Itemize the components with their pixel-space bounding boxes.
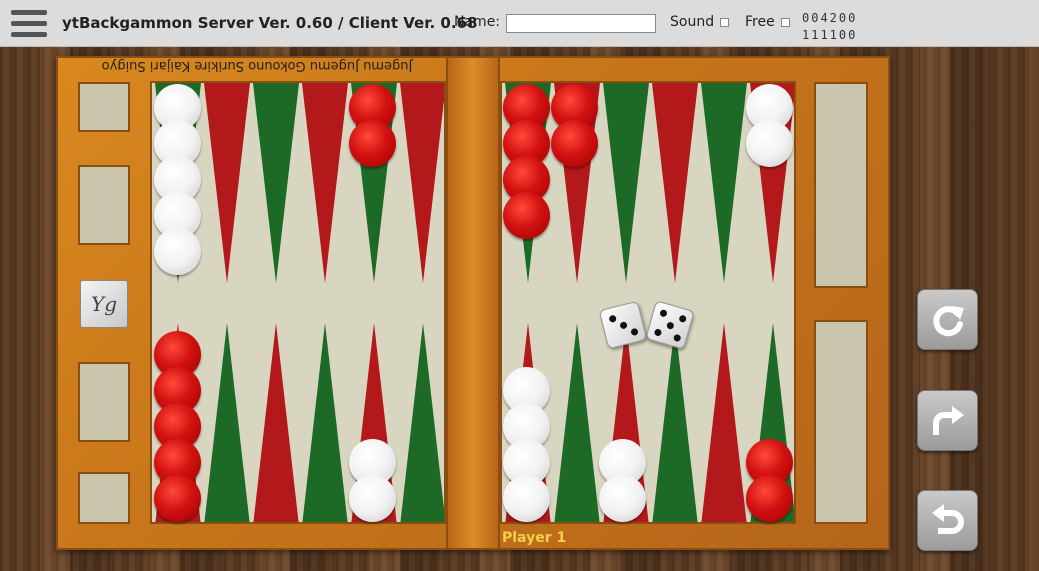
score-bottom: 111100	[802, 28, 858, 42]
checker-white[interactable]	[503, 475, 550, 522]
checker-red[interactable]	[746, 475, 793, 522]
sound-label: Sound	[670, 14, 715, 30]
bearoff-tray-top[interactable]	[814, 82, 868, 288]
left-tray-1	[78, 82, 130, 132]
point-20	[554, 323, 600, 522]
left-tray-2	[78, 165, 130, 245]
refresh-button[interactable]	[917, 289, 978, 350]
free-label: Free	[745, 14, 775, 30]
checker-red[interactable]	[551, 120, 598, 167]
sound-checkbox[interactable]	[720, 18, 729, 27]
undo-icon	[931, 503, 964, 534]
redo-button[interactable]	[917, 390, 978, 451]
point-3	[652, 83, 698, 283]
refresh-icon	[932, 305, 964, 336]
checker-red[interactable]	[154, 475, 201, 522]
point-7	[400, 83, 444, 283]
point-2	[701, 83, 747, 283]
checker-white[interactable]	[746, 120, 793, 167]
header-bar: ytBackgammon Server Ver. 0.60 / Client V…	[0, 0, 1039, 47]
checker-white[interactable]	[599, 475, 646, 522]
point-14	[204, 323, 250, 522]
redo-icon	[932, 405, 964, 435]
bearoff-tray-bottom[interactable]	[814, 320, 868, 524]
checker-red[interactable]	[503, 192, 550, 239]
point-16	[302, 323, 348, 522]
point-18	[400, 323, 444, 522]
app-title: ytBackgammon Server Ver. 0.60 / Client V…	[62, 14, 478, 32]
player-label: Player 1	[502, 530, 567, 546]
point-22	[652, 323, 698, 522]
undo-button[interactable]	[917, 490, 978, 551]
free-checkbox[interactable]	[781, 18, 790, 27]
score-top: 004200	[802, 11, 858, 25]
point-23	[701, 323, 747, 522]
checker-white[interactable]	[154, 228, 201, 275]
checker-red[interactable]	[349, 120, 396, 167]
name-label: Name:	[454, 14, 501, 30]
point-11	[204, 83, 250, 283]
opponent-name-label: Jugemu Jugemu Gokouno Surikire Kaijari S…	[101, 58, 413, 73]
board-bar[interactable]	[446, 56, 500, 550]
point-4	[603, 83, 649, 283]
name-input[interactable]	[506, 14, 656, 33]
left-tray-4	[78, 472, 130, 524]
checker-white[interactable]	[349, 475, 396, 522]
point-15	[253, 323, 299, 522]
hamburger-menu-icon[interactable]	[11, 10, 47, 40]
doubling-cube[interactable]: Yg	[80, 280, 128, 328]
point-10	[253, 83, 299, 283]
point-9	[302, 83, 348, 283]
left-tray-3	[78, 362, 130, 442]
